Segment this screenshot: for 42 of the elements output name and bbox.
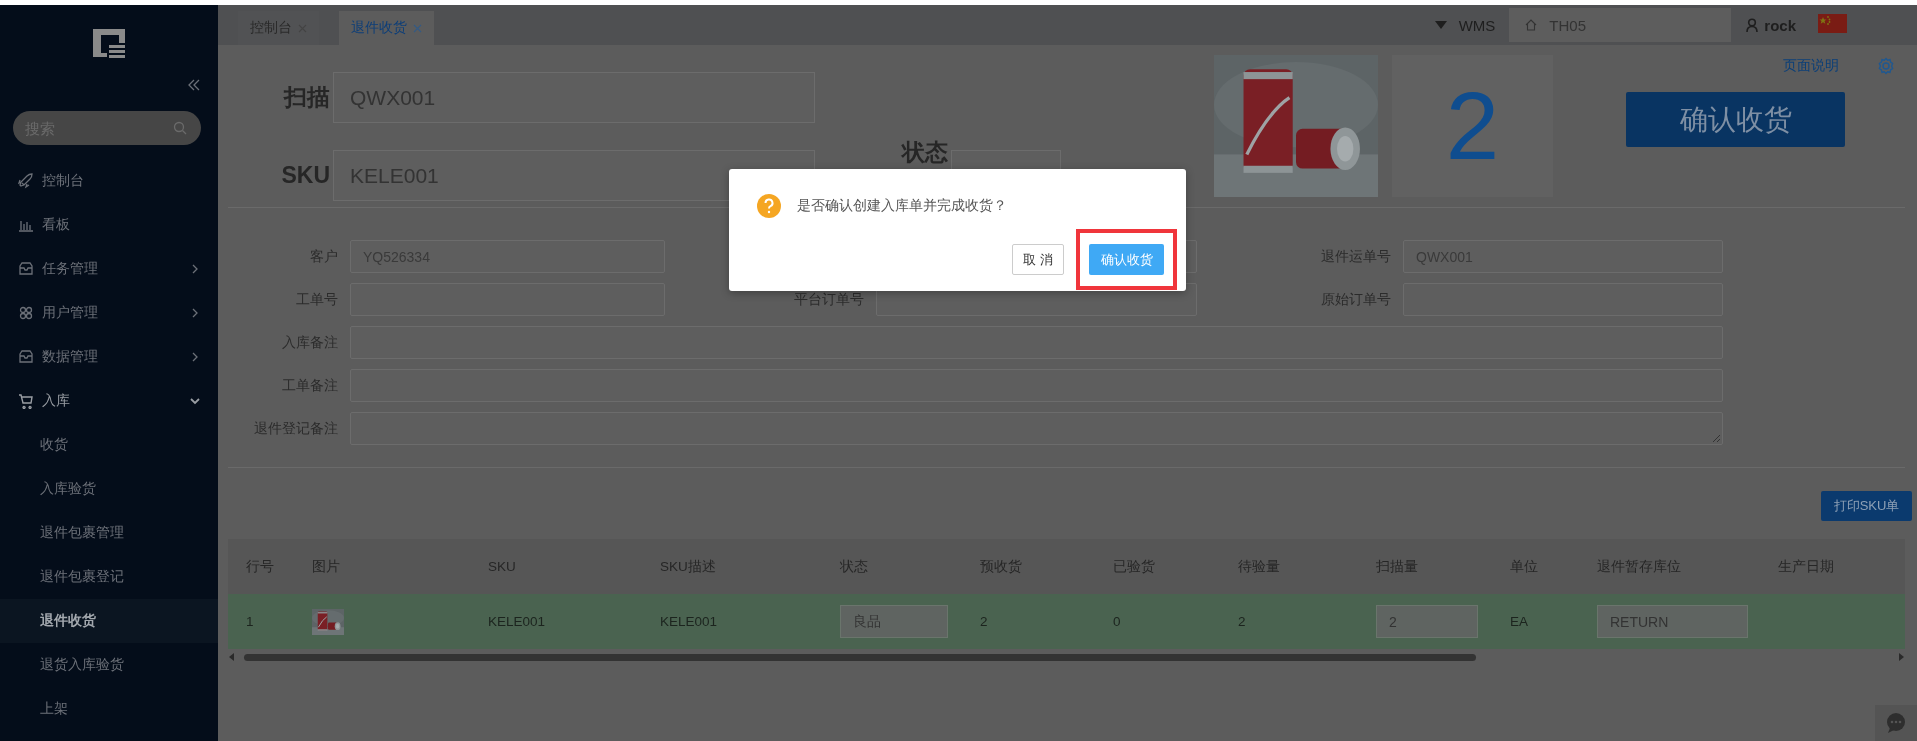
table-cell-text: 2: [1237, 614, 1247, 629]
sidebar-item[interactable]: 入库验货: [0, 467, 218, 511]
tray-icon: [18, 261, 34, 277]
user-icon: [1746, 18, 1759, 32]
sidebar-item[interactable]: 退货入库验货: [0, 643, 218, 687]
group-icon: [18, 305, 34, 321]
table-cell-text: 1: [245, 614, 255, 629]
home-icon: [1525, 19, 1538, 31]
sidebar-item[interactable]: 上架: [0, 687, 218, 731]
table-cell-text: 0: [1112, 614, 1122, 629]
table-cell-text: 2: [979, 614, 989, 629]
cart-icon: [18, 393, 34, 409]
table-cell-text: EA: [1509, 614, 1529, 629]
collapse-icon: [188, 79, 200, 91]
flag-icon: [1818, 14, 1847, 33]
sidebar-item[interactable]: 任务管理: [0, 247, 218, 291]
settings-icon: [1877, 57, 1895, 75]
chat-icon: [1885, 712, 1907, 734]
tray-icon: [18, 349, 34, 365]
count-display: 2: [1392, 55, 1553, 197]
sidebar-item[interactable]: 数据管理: [0, 335, 218, 379]
caret-down-icon: [1434, 21, 1447, 29]
confirm-button[interactable]: 确认收货: [1089, 244, 1164, 275]
rocket-icon: [18, 173, 34, 189]
sidebar-item[interactable]: 控制台: [0, 159, 218, 203]
resize-handle-icon: [1713, 435, 1720, 442]
cancel-button[interactable]: 取 消: [1012, 244, 1064, 275]
text-area[interactable]: [350, 412, 1723, 445]
sidebar-item[interactable]: 退件包裹登记: [0, 555, 218, 599]
question-icon: [757, 194, 781, 218]
search-icon: [173, 121, 187, 135]
sidebar-item[interactable]: 用户管理: [0, 291, 218, 335]
print-sku-button[interactable]: 打印SKU单: [1821, 491, 1912, 521]
close-icon: [413, 23, 422, 33]
sidebar-item[interactable]: 入库: [0, 379, 218, 423]
table-cell-text: KELE001: [487, 614, 547, 629]
sidebar-item[interactable]: 退件包裹管理: [0, 511, 218, 555]
sidebar-item[interactable]: 看板: [0, 203, 218, 247]
table-cell-text: KELE001: [659, 614, 719, 629]
sidebar-item[interactable]: 收货: [0, 423, 218, 467]
sidebar-item[interactable]: 退件收货: [0, 599, 218, 643]
confirm-receipt-button[interactable]: 确认收货: [1626, 92, 1845, 147]
